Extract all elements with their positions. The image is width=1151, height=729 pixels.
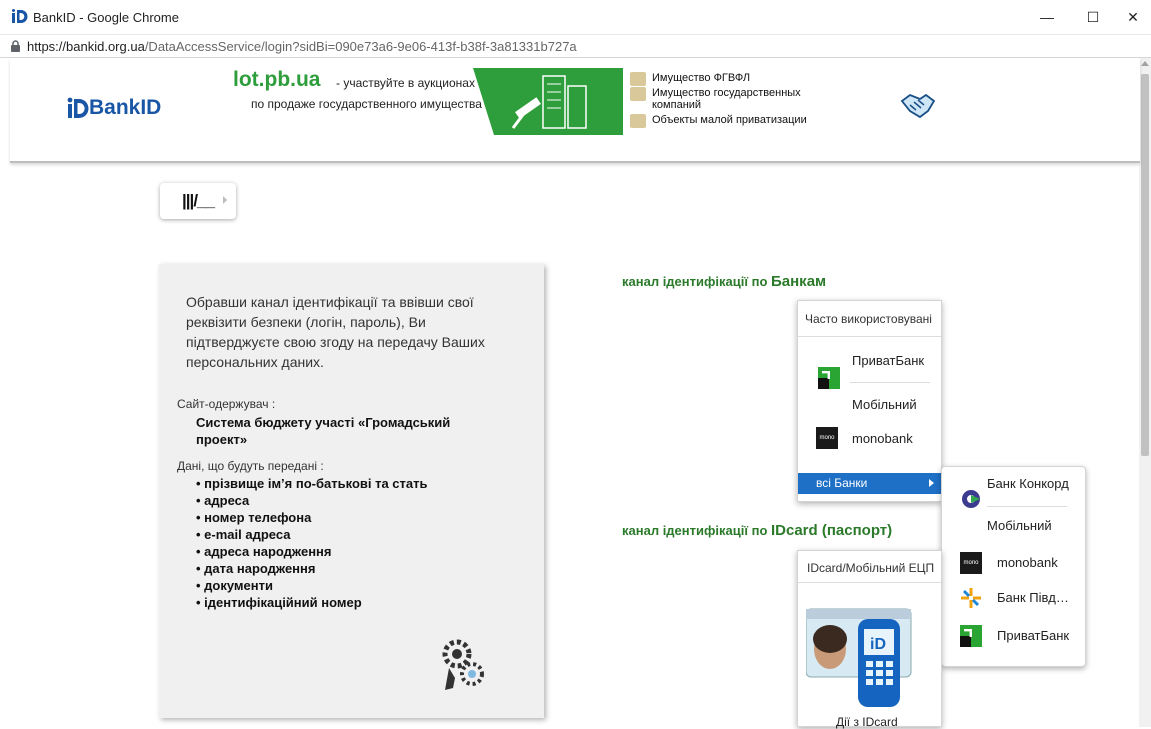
all-banks-submenu: Банк Конкорд Мобільний mono monobank Бан…: [941, 466, 1086, 667]
lot-link-3-label: Объекты малой приватизации: [652, 114, 807, 126]
gears-icon: [442, 639, 484, 690]
idcard-channel-heading: канал ідентифікації по IDcard (паспорт): [622, 522, 892, 539]
lot-tagline-1: - участвуйте в аукционах: [336, 76, 475, 90]
close-button[interactable]: ✕: [1115, 6, 1151, 28]
privatbank-icon[interactable]: [818, 367, 840, 389]
url-host: https://bankid.org.ua: [27, 39, 145, 54]
all-banks-label: всі Банки: [816, 476, 868, 490]
idcard-menu: IDcard/Мобільний ЕЦП iD Дії з IDcard: [797, 550, 942, 729]
url-text[interactable]: https://bankid.org.ua/DataAccessService/…: [27, 39, 577, 54]
monobank-icon[interactable]: mono: [960, 552, 982, 574]
bankid-favicon-icon: [12, 9, 28, 23]
recipient-name: Система бюджету участі «Громадський прое…: [196, 415, 451, 447]
recipient-label: Сайт-одержувач :: [177, 397, 276, 411]
monobank-option[interactable]: monobank: [852, 431, 913, 446]
maximize-button[interactable]: ☐: [1075, 6, 1111, 28]
window-titlebar: BankID - Google Chrome — ☐ ✕: [0, 0, 1151, 35]
chevron-right-icon: [223, 196, 227, 204]
vertical-scrollbar[interactable]: [1139, 58, 1151, 727]
bank-selector-tile[interactable]: |||/__: [160, 183, 236, 219]
list-item: e-mail адреса: [196, 526, 428, 543]
banks-channel-heading: канал ідентифікації по Банкам: [622, 273, 826, 290]
concord-bank-option[interactable]: Банк Конкорд: [987, 476, 1069, 491]
lot-link-small-privatization[interactable]: Объекты малой приватизации: [630, 114, 833, 128]
minimize-button[interactable]: —: [1029, 6, 1065, 28]
list-item: адреса: [196, 492, 428, 509]
address-bar[interactable]: https://bankid.org.ua/DataAccessService/…: [0, 35, 1151, 58]
handshake-icon[interactable]: [900, 91, 936, 121]
auction-gavel-icon: [511, 75, 587, 129]
divider: [850, 382, 930, 383]
list-item: номер телефона: [196, 509, 428, 526]
scroll-up-arrow-icon[interactable]: [1141, 61, 1149, 66]
bars-logo-icon: |||/__: [182, 191, 215, 210]
frequent-banks-menu: Часто використовувані ПриватБанк Мобільн…: [797, 300, 942, 502]
all-banks-menu-item[interactable]: всі Банки: [798, 473, 941, 494]
consent-info-panel: Обравши канал ідентифікації та ввівши св…: [159, 264, 544, 718]
list-item: адреса народження: [196, 543, 428, 560]
idcard-header: IDcard/Мобільний ЕЦП: [798, 551, 941, 583]
lock-icon: [11, 40, 20, 52]
scrollbar-thumb[interactable]: [1141, 74, 1149, 456]
url-path: /DataAccessService/login?sidBi=090e73a6-…: [144, 39, 577, 54]
page-header: BankID lot.pb.ua - участвуйте в аукциона…: [10, 58, 1140, 163]
lot-link-state-companies[interactable]: Имущество государственных компаний: [630, 87, 833, 111]
lot-site-name: lot.pb.ua: [233, 68, 321, 91]
lot-banner-ad[interactable]: lot.pb.ua - участвуйте в аукционах по пр…: [233, 68, 833, 138]
bankid-logo-icon: [67, 97, 89, 118]
chevron-right-icon: [929, 479, 934, 487]
lot-banner-graphic: [473, 68, 623, 135]
frequent-banks-header: Часто використовувані: [798, 301, 941, 337]
concord-bank-icon[interactable]: [960, 488, 982, 510]
shop-icon: [630, 114, 646, 128]
lot-link-fgvfl[interactable]: Имущество ФГВФЛ: [630, 72, 833, 86]
lot-link-1-label: Имущество ФГВФЛ: [652, 72, 751, 84]
privatbank-option[interactable]: ПриватБанк: [997, 628, 1069, 643]
pivden-bank-icon[interactable]: [960, 587, 982, 609]
banks-heading-prefix: канал ідентифікації по: [622, 274, 771, 289]
privatbank-mobile-option[interactable]: Мобільний: [852, 397, 917, 412]
building-icon: [630, 87, 646, 101]
divider: [987, 506, 1067, 507]
consent-intro-text: Обравши канал ідентифікації та ввівши св…: [186, 294, 485, 370]
lot-link-2-label: Имущество государственных компаний: [652, 87, 801, 111]
bankid-logo-text: BankID: [89, 96, 162, 119]
monobank-option[interactable]: monobank: [997, 555, 1058, 570]
list-item: прізвище ім’я по-батькові та стать: [196, 475, 427, 492]
pivden-bank-option[interactable]: Банк Півд…: [997, 590, 1069, 605]
emblem-icon: [630, 72, 646, 86]
list-item: документи: [196, 577, 428, 594]
svg-text:iD: iD: [870, 636, 886, 653]
concord-mobile-option[interactable]: Мобільний: [987, 518, 1052, 533]
bankid-logo[interactable]: BankID: [67, 96, 161, 120]
list-item: ідентифікаційний номер: [196, 594, 428, 611]
monobank-icon[interactable]: mono: [816, 427, 838, 449]
privatbank-icon[interactable]: [960, 625, 982, 647]
window-title: BankID - Google Chrome: [33, 10, 179, 25]
shared-data-list: прізвище ім’я по-батькові та стать адрес…: [196, 475, 428, 611]
lot-tagline-2: по продаже государственного имущества: [251, 97, 482, 111]
list-item: дата народження: [196, 560, 428, 577]
banks-heading-word: Банкам: [771, 273, 827, 290]
idcard-heading-prefix: канал ідентифікації по: [622, 523, 771, 538]
data-label: Дані, що будуть передані :: [177, 459, 324, 473]
idcard-phone-icon[interactable]: iD: [806, 607, 916, 707]
privatbank-option[interactable]: ПриватБанк: [852, 353, 924, 368]
idcard-heading-word: IDcard (паспорт): [771, 522, 893, 539]
lot-links-list: Имущество ФГВФЛ Имущество государственны…: [630, 72, 833, 129]
